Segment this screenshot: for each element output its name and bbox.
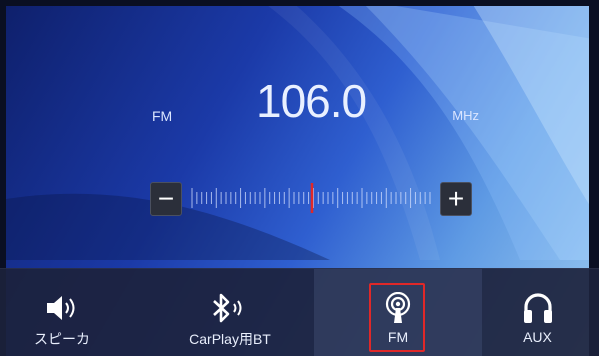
nav-item-label: AUX (523, 329, 552, 345)
tuning-scale[interactable] (188, 182, 434, 214)
nav-item-label: CarPlay用BT (189, 331, 271, 347)
frequency-display: 106.0 (256, 75, 367, 127)
nav-item-speaker[interactable]: スピーカ (6, 269, 118, 356)
tune-down-button[interactable]: − (150, 182, 182, 216)
minus-icon: − (157, 183, 175, 214)
source-nav-bar: スピーカ CarPlay用BT FM AUX (0, 268, 599, 356)
band-label: FM (152, 108, 173, 124)
frequency-unit: MHz (452, 108, 479, 123)
radio-screen: FM 106.0 MHz − + スピーカ CarPlay用BT FM AUX (0, 0, 599, 356)
tuner-control: − + (150, 182, 480, 222)
bluetooth-icon (210, 291, 250, 325)
nav-item-label: スピーカ (34, 331, 90, 347)
headphones-icon (523, 291, 553, 325)
selected-source-highlight (369, 283, 425, 352)
nav-item-aux[interactable]: AUX (486, 269, 589, 356)
screen-bezel-top (0, 0, 599, 6)
nav-item-carplay-bt[interactable]: CarPlay用BT (150, 269, 310, 356)
plus-icon: + (447, 183, 465, 214)
speaker-icon (45, 291, 79, 325)
tune-up-button[interactable]: + (440, 182, 472, 216)
